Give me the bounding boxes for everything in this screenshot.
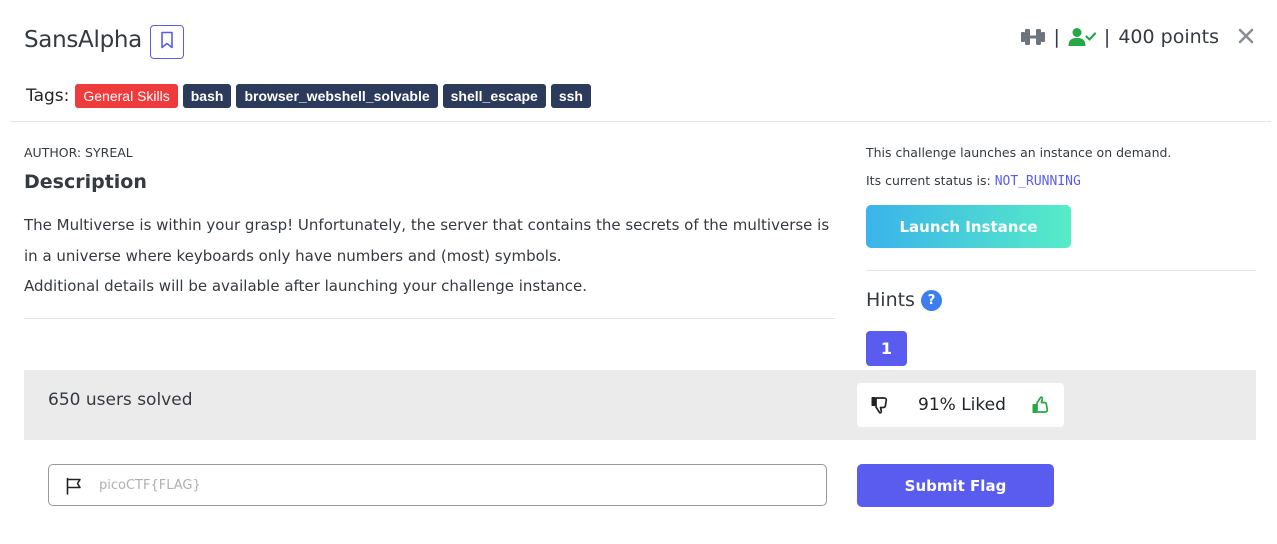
description-text: The Multiverse is within your grasp! Unf… xyxy=(24,216,830,265)
tags-label: Tags: xyxy=(26,86,70,106)
tag-bash[interactable]: bash xyxy=(182,84,232,108)
tag-shell-escape[interactable]: shell_escape xyxy=(442,84,546,108)
author-label: AUTHOR: SYREAL xyxy=(24,145,133,160)
liked-percentage: 91% Liked xyxy=(918,395,1006,415)
hints-label: Hints xyxy=(866,289,915,311)
description-divider xyxy=(24,318,835,319)
meta-separator: | xyxy=(1053,26,1060,48)
challenge-title: SansAlpha xyxy=(24,27,142,53)
status-value: NOT_RUNNING xyxy=(994,174,1081,189)
user-check-icon xyxy=(1068,27,1096,47)
meta-separator: | xyxy=(1103,26,1111,48)
status-label: Its current status is: xyxy=(866,173,991,188)
help-icon[interactable]: ? xyxy=(920,289,942,311)
dumbbell-icon xyxy=(1020,28,1046,46)
submit-flag-button[interactable]: Submit Flag xyxy=(857,464,1054,507)
bookmark-button[interactable] xyxy=(150,25,184,59)
instance-status: Its current status is: NOT_RUNNING xyxy=(866,173,1081,189)
description-text: Additional details will be available aft… xyxy=(24,277,588,295)
hint-button-1[interactable]: 1 xyxy=(866,331,907,366)
instance-info: This challenge launches an instance on d… xyxy=(866,145,1172,160)
description-heading: Description xyxy=(24,171,147,193)
hints-heading: Hints ? xyxy=(866,289,942,311)
challenge-header: SansAlpha | | 400 points Tags: General S… xyxy=(0,0,1277,122)
flag-input-container[interactable] xyxy=(48,464,827,506)
tag-browser-webshell-solvable[interactable]: browser_webshell_solvable xyxy=(236,84,438,108)
rating-box: 91% Liked xyxy=(857,383,1064,427)
close-icon xyxy=(1238,28,1254,48)
thumbs-up-icon[interactable] xyxy=(1031,395,1051,419)
tag-ssh[interactable]: ssh xyxy=(550,84,591,108)
thumbs-down-icon[interactable] xyxy=(870,395,890,419)
flag-icon xyxy=(65,477,83,499)
points-value: 400 points xyxy=(1118,26,1219,48)
launch-instance-button[interactable]: Launch Instance xyxy=(866,205,1071,248)
flag-input[interactable] xyxy=(99,471,799,499)
header-meta: | | 400 points xyxy=(1020,26,1219,48)
tag-general-skills[interactable]: General Skills xyxy=(75,84,178,108)
header-divider xyxy=(10,121,1271,122)
users-solved: 650 users solved xyxy=(48,390,193,410)
bookmark-icon xyxy=(160,31,174,53)
stats-band xyxy=(24,370,1256,440)
description-body: The Multiverse is within your grasp! Unf… xyxy=(24,210,844,302)
close-button[interactable] xyxy=(1235,27,1257,49)
tags-row: Tags: General Skills bash browser_webshe… xyxy=(26,84,596,108)
instance-divider xyxy=(866,270,1256,271)
